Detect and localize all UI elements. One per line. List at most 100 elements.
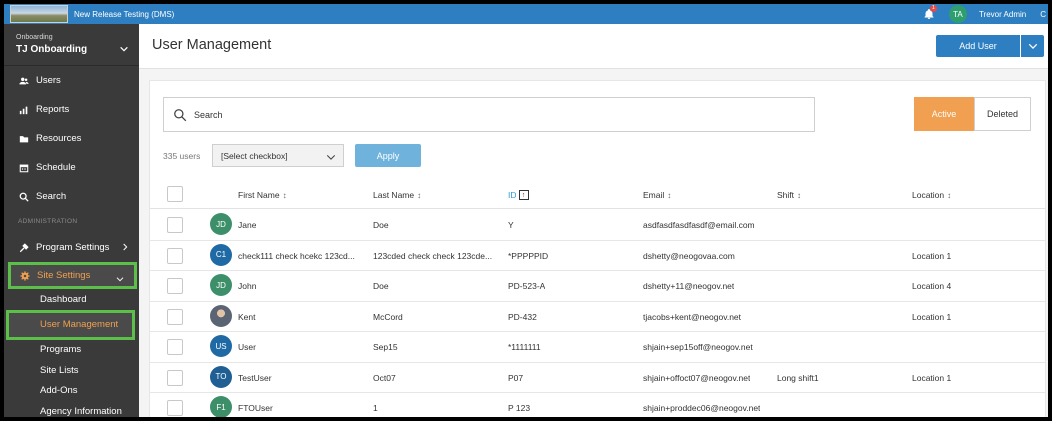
status-toggle: Active Deleted — [914, 97, 1031, 131]
administration-header: ADMINISTRATION — [18, 218, 78, 225]
top-bar-right: 1 TA Trevor Admin C — [923, 4, 1048, 24]
avatar: US — [210, 335, 232, 357]
users-icon — [18, 75, 29, 86]
chevron-down-icon — [326, 154, 336, 160]
sidebar-subitem-programs[interactable]: Programs — [4, 340, 139, 361]
add-user-button[interactable]: Add User — [936, 35, 1020, 57]
user-name[interactable]: Trevor Admin — [979, 10, 1026, 19]
org-switcher[interactable]: Onboarding TJ Onboarding — [4, 24, 139, 66]
cell-last-name: Oct07 — [373, 372, 396, 383]
sort-icon: ↕ — [667, 190, 672, 200]
column-shift[interactable]: Shift ↕ — [777, 190, 801, 200]
table-row[interactable]: F1 FTOUser 1 P 123 shjain+proddec06@neogov.n… — [150, 393, 1045, 417]
row-checkbox[interactable] — [167, 278, 183, 294]
cell-email: shjain+offoct07@neogov.net — [643, 372, 751, 383]
cell-last-name: Sep15 — [373, 342, 398, 352]
top-bar: New Release Testing (DMS) 1 TA Trevor Ad… — [4, 4, 1048, 24]
user-avatar[interactable]: TA — [948, 5, 967, 23]
table-row[interactable]: JD Jane Doe Yasdfasdfasdfasdf@email.com — [150, 210, 1045, 241]
cell-last-name: 123cded check check 123cde... — [373, 250, 493, 261]
cell-location: Location 1 — [912, 250, 952, 261]
column-email[interactable]: Email ↕ — [643, 190, 671, 200]
bulk-action-select[interactable]: [Select checkbox] — [212, 144, 344, 167]
sidebar-item-search[interactable]: Search — [4, 182, 139, 211]
tab-deleted[interactable]: Deleted — [974, 97, 1031, 131]
tab-active[interactable]: Active — [914, 97, 974, 131]
row-checkbox[interactable] — [167, 217, 183, 233]
user-count: 335 users — [163, 151, 201, 161]
column-label: Shift — [777, 190, 795, 200]
app-title: New Release Testing (DMS) — [74, 9, 175, 19]
sort-icon: ↕ — [417, 190, 422, 200]
notifications-button[interactable]: 1 — [923, 5, 937, 21]
chevron-down-icon — [120, 46, 128, 52]
avatar — [210, 304, 232, 327]
folder-icon — [18, 133, 29, 144]
cell-id: *PPPPPID — [508, 250, 549, 261]
table-row[interactable]: JD John Doe PD-523-A dshetty+11@neogov.net Lo… — [150, 271, 1045, 302]
column-location[interactable]: Location ↕ — [912, 190, 951, 200]
notification-badge: 1 — [929, 5, 937, 12]
cell-last-name: Doe — [373, 220, 389, 230]
cell-id: *1111111 — [508, 342, 541, 352]
add-user-dropdown-button[interactable] — [1021, 35, 1044, 57]
sidebar-subitem-dashboard[interactable]: Dashboard — [4, 289, 139, 310]
cell-first-name[interactable]: check111 check hcekc 123cd... — [238, 251, 355, 261]
sidebar-item-label: Schedule — [36, 162, 76, 173]
sidebar-subitem-user-management[interactable]: User Management — [6, 309, 135, 340]
avatar: JD — [210, 274, 232, 296]
cell-first-name[interactable]: TestUser — [238, 373, 272, 383]
apply-button[interactable]: Apply — [355, 144, 421, 167]
avatar: C1 — [210, 243, 232, 266]
sort-icon: ↕ — [947, 190, 952, 200]
search-field[interactable] — [163, 97, 815, 132]
cell-first-name[interactable]: Jane — [238, 220, 256, 230]
cell-id: Y — [508, 220, 514, 230]
row-checkbox[interactable] — [167, 247, 183, 264]
cell-last-name: 1 — [373, 403, 378, 413]
cell-first-name[interactable]: User — [238, 342, 256, 352]
sidebar-item-schedule[interactable]: Schedule — [4, 153, 139, 182]
table-row[interactable]: C1 check111 check hcekc 123cd... 123cded c… — [150, 241, 1045, 271]
table-row[interactable]: US User Sep15 *1111111 shjain+sep15off@neogo… — [150, 332, 1045, 363]
row-checkbox[interactable] — [167, 369, 183, 386]
sidebar-item-users[interactable]: Users — [4, 66, 139, 95]
column-last-name[interactable]: Last Name ↕ — [373, 190, 421, 200]
cell-email: asdfasdfasdfasdf@email.com — [643, 220, 755, 230]
tools-icon — [18, 242, 29, 253]
column-label: Location — [912, 190, 945, 200]
sidebar-subitem-agency-information[interactable]: Agency Information — [4, 401, 139, 417]
avatar: JD — [210, 213, 232, 235]
sidebar-subitem-site-lists[interactable]: Site Lists — [4, 360, 139, 381]
cell-location: Location 1 — [912, 372, 952, 383]
sidebar-item-program-settings[interactable]: Program Settings — [4, 233, 139, 262]
avatar: F1 — [210, 396, 232, 417]
table-row[interactable]: Kent McCord PD-432 tjacobs+kent@neogov.net L… — [150, 302, 1045, 332]
cell-first-name[interactable]: John — [238, 281, 256, 291]
sidebar-item-resources[interactable]: Resources — [4, 124, 139, 153]
column-first-name[interactable]: First Name ↕ — [238, 190, 287, 200]
chevron-right-icon — [123, 243, 128, 251]
row-checkbox[interactable] — [167, 339, 183, 355]
table-row[interactable]: TO TestUser Oct07 P07 shjain+offoct07@neogov… — [150, 363, 1045, 393]
agency-logo — [10, 5, 68, 23]
sidebar-item-reports[interactable]: Reports — [4, 95, 139, 124]
sort-icon: ↕ — [797, 190, 802, 200]
cell-first-name[interactable]: FTOUser — [238, 403, 273, 413]
sidebar-item-label: Users — [36, 75, 61, 86]
cell-id: P07 — [508, 372, 524, 383]
column-label: Email — [643, 190, 665, 200]
row-checkbox[interactable] — [167, 308, 183, 325]
sidebar-subitem-add-ons[interactable]: Add-Ons — [4, 381, 139, 402]
select-all-checkbox[interactable] — [167, 186, 183, 202]
cell-first-name[interactable]: Kent — [238, 312, 256, 322]
sidebar-item-label: Reports — [36, 104, 70, 115]
column-label: Last Name — [373, 190, 415, 200]
gear-icon — [19, 270, 30, 281]
sidebar-item-site-settings[interactable]: Site Settings — [8, 262, 137, 289]
row-checkbox[interactable] — [167, 400, 183, 416]
column-id[interactable]: ID ↑ — [508, 190, 529, 200]
sort-icon: ↕ — [282, 190, 287, 200]
truncated-menu[interactable]: C — [1040, 10, 1046, 19]
search-input[interactable] — [194, 109, 794, 120]
